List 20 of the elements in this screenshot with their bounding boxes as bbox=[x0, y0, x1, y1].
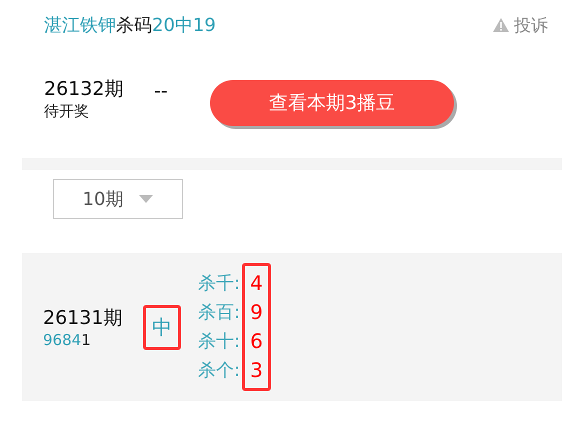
kill-label: 杀百: bbox=[198, 301, 240, 325]
kill-value: 6 bbox=[250, 328, 263, 355]
issue-number: 26132期 bbox=[44, 76, 124, 102]
issue-number: 26131期 bbox=[43, 306, 124, 331]
kill-value: 9 bbox=[250, 299, 263, 326]
caret-icon bbox=[139, 195, 154, 203]
kill-value: 3 bbox=[250, 357, 263, 384]
kill-label: 杀个: bbox=[198, 359, 240, 383]
outcome-badge: 中 bbox=[143, 304, 181, 350]
draw-result: -- bbox=[154, 80, 169, 102]
period-dropdown[interactable]: 10期 bbox=[53, 179, 183, 219]
view-button[interactable]: 查看本期3播豆 bbox=[210, 80, 454, 126]
page-title: 湛江铁钾杀码20中19 bbox=[44, 14, 216, 37]
report-link[interactable]: 投诉 bbox=[514, 14, 548, 36]
warning-icon bbox=[492, 17, 510, 33]
kill-value: 4 bbox=[250, 270, 263, 297]
draw-status: 待开奖 bbox=[44, 102, 90, 120]
kill-label: 杀千: bbox=[198, 272, 240, 296]
draw-numbers: 96841 bbox=[43, 331, 92, 349]
kill-label: 杀十: bbox=[198, 330, 240, 354]
